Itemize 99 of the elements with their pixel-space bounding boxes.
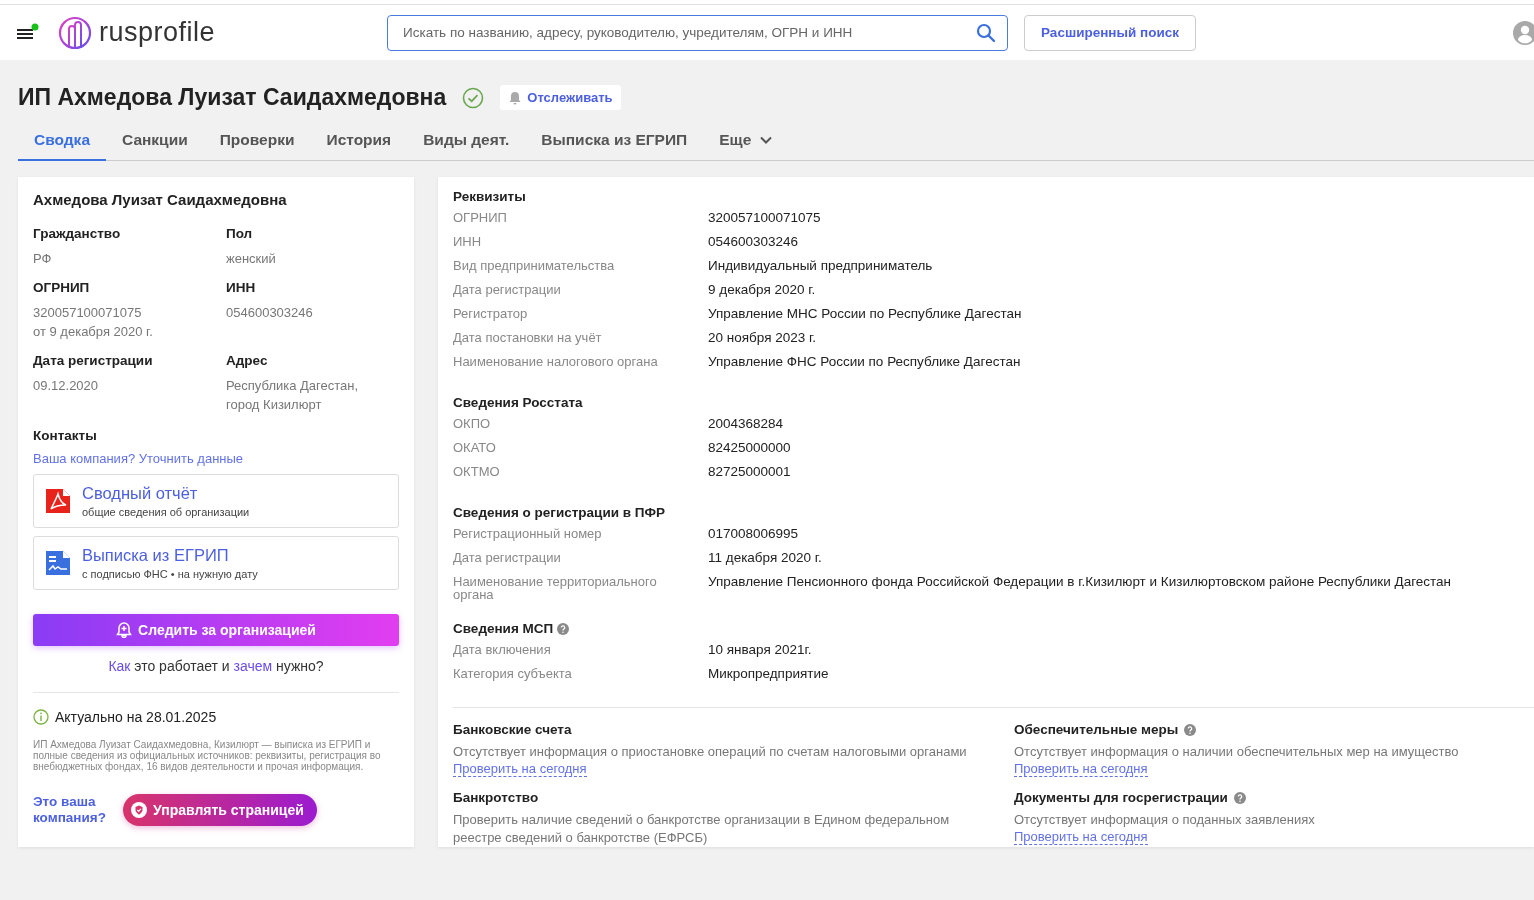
- section-title: Банковские счета: [453, 722, 572, 737]
- detail-value: 82425000000: [708, 439, 792, 456]
- help-link[interactable]: Как: [108, 658, 131, 674]
- field-value: 320057100071075: [33, 304, 143, 322]
- tab[interactable]: Еще: [703, 123, 790, 161]
- check-text: Проверить наличие сведений о банкротстве организации в Едином федеральном реестре сведений о банкротстве (ЕФРСБ): [453, 811, 951, 847]
- tab[interactable]: Сводка: [18, 123, 106, 161]
- avatar-icon[interactable]: [1512, 19, 1534, 46]
- section-title: Банкротство: [453, 790, 539, 805]
- detail-value: Индивидуальный предприниматель: [708, 257, 934, 274]
- detail-value: 10 января 2021г.: [708, 641, 813, 658]
- pdf-icon: [46, 489, 70, 513]
- detail-label: Дата постановки на учёт: [453, 329, 603, 344]
- help-icon[interactable]: [1233, 791, 1246, 804]
- section-title: Сведения Росстата: [453, 395, 583, 410]
- field-label: Гражданство: [33, 226, 122, 241]
- detail-value: 20 ноября 2023 г.: [708, 329, 817, 346]
- field-value: РФ: [33, 250, 53, 268]
- watch-button[interactable]: Отслеживать: [500, 85, 621, 110]
- logo-text[interactable]: rusprofile: [99, 17, 216, 48]
- detail-label: Вид предпринимательства: [453, 257, 616, 272]
- search-field[interactable]: Искать по названию, адресу, руководителю, учредителям, ОГРН и ИНН: [387, 14, 1009, 51]
- field-value: женский: [226, 250, 277, 268]
- follow-button[interactable]: Следить за организацией: [33, 614, 399, 646]
- detail-label: ОКПО: [453, 415, 492, 430]
- check-text: Отсутствует информация о поданных заявлениях: [1014, 811, 1316, 829]
- detail-label: Дата включения: [453, 641, 552, 656]
- detail-value: 320057100071075: [708, 209, 822, 226]
- detail-value: Микропредприятие: [708, 665, 830, 682]
- detail-value: 2004368284: [708, 415, 785, 432]
- document-subtitle: общие сведения об организации: [82, 506, 250, 518]
- help-link[interactable]: зачем: [233, 658, 273, 674]
- tab[interactable]: Выписка из ЕГРИП: [525, 123, 704, 161]
- check-text: Отсутствует информация о приостановке операций по счетам налоговыми органами: [453, 743, 968, 761]
- claim-label: Это ваша компания?: [33, 794, 107, 826]
- detail-value: Управление Пенсионного фонда Российской Федерации в г.Кизилюрт и Кизилюртовском районе Республики Дагестан: [708, 573, 1453, 590]
- description: ИП Ахмедова Луизат Саидахмедовна, Кизилюрт — выписка из ЕГРИП и полные сведения из официальных источников: реквизиты, регистрация во внебюджетных фондах, 16 видов деятельности и прочая информация.: [33, 739, 382, 772]
- person-name: Ахмедова Луизат Саидахмедовна: [33, 191, 288, 208]
- detail-label: ОКАТО: [453, 439, 497, 454]
- check-text: Отсутствует информация о наличии обеспечительных мер на имущество: [1014, 743, 1460, 761]
- info-icon: [33, 709, 49, 725]
- detail-label: Регистратор: [453, 305, 529, 320]
- document-link[interactable]: Сводный отчёт общие сведения об организации: [33, 474, 399, 528]
- detail-label: ОКТМО: [453, 463, 501, 478]
- help-icon[interactable]: [557, 622, 570, 635]
- detail-label: Категория субъекта: [453, 665, 573, 680]
- detail-label: Дата регистрации: [453, 281, 562, 296]
- section-title: Документы для госрегистрации: [1014, 790, 1228, 805]
- field-label: Адрес: [226, 353, 269, 368]
- page-title: ИП Ахмедова Луизат Саидахмедовна: [18, 84, 447, 111]
- logo-icon[interactable]: [57, 14, 93, 51]
- section-title: Сведения о регистрации в ПФР: [453, 505, 665, 520]
- tab[interactable]: Санкции: [106, 123, 204, 161]
- check-link[interactable]: Проверить на сегодня: [453, 761, 587, 777]
- bell-icon: [116, 622, 133, 638]
- bell-icon: [508, 90, 523, 105]
- shield-check-icon: [131, 802, 147, 818]
- help-icon[interactable]: [1184, 723, 1197, 736]
- detail-label: Наименование налогового органа: [453, 353, 659, 368]
- document-icon: [46, 551, 70, 575]
- detail-label: Наименование территориального органа: [453, 573, 658, 601]
- section-title: Сведения МСП: [453, 621, 554, 636]
- detail-value: 11 декабря 2020 г.: [708, 549, 823, 566]
- tab[interactable]: Проверки: [203, 123, 311, 161]
- detail-label: Регистрационный номер: [453, 525, 603, 540]
- detail-label: ИНН: [453, 233, 483, 248]
- detail-label: ОГРНИП: [453, 209, 508, 224]
- section-title: Реквизиты: [453, 189, 526, 204]
- field-value: Республика Дагестан, город Кизилюрт: [226, 377, 360, 414]
- field-value: 054600303246: [226, 304, 314, 322]
- field-label: ОГРНИП: [33, 280, 91, 295]
- detail-value: Управление ФНС России по Республике Дагестан: [708, 353, 1022, 370]
- field-value: от 9 декабря 2020 г.: [33, 323, 154, 341]
- contacts-link[interactable]: Ваша компания? Уточнить данные: [33, 451, 244, 466]
- field-value: 09.12.2020: [33, 377, 100, 395]
- document-subtitle: с подписью ФНС • на нужную дату: [82, 568, 258, 580]
- tab[interactable]: История: [310, 123, 408, 161]
- document-title: Сводный отчёт: [82, 484, 199, 503]
- detail-value: 9 декабря 2020 г.: [708, 281, 817, 298]
- detail-label: Дата регистрации: [453, 549, 562, 564]
- detail-value: 054600303246: [708, 233, 800, 250]
- field-label: Пол: [226, 226, 254, 241]
- tab[interactable]: Виды деят.: [407, 123, 526, 161]
- field-label: Дата регистрации: [33, 353, 154, 368]
- document-title: Выписка из ЕГРИП: [82, 546, 230, 565]
- manage-page-button[interactable]: Управлять страницей: [123, 794, 317, 826]
- field-label: ИНН: [226, 280, 257, 295]
- check-link[interactable]: Проверить на сегодня: [1014, 761, 1148, 777]
- detail-value: 82725000001: [708, 463, 792, 480]
- section-title: Обеспечительные меры: [1014, 722, 1179, 737]
- help-sentence: Как это работает и зачем нужно?: [33, 658, 399, 693]
- search-icon[interactable]: [976, 22, 997, 43]
- section-label: Контакты: [33, 428, 98, 443]
- advanced-search-button[interactable]: Расширенный поиск: [1024, 14, 1197, 51]
- document-link[interactable]: Выписка из ЕГРИП с подписью ФНС • на нужную дату: [33, 536, 399, 590]
- update-date: Актуально на 28.01.2025: [55, 709, 217, 725]
- detail-value: Управление МНС России по Республике Дагестан: [708, 305, 1023, 322]
- detail-value: 017008006995: [708, 525, 800, 542]
- check-link[interactable]: Проверить на сегодня: [1014, 829, 1148, 845]
